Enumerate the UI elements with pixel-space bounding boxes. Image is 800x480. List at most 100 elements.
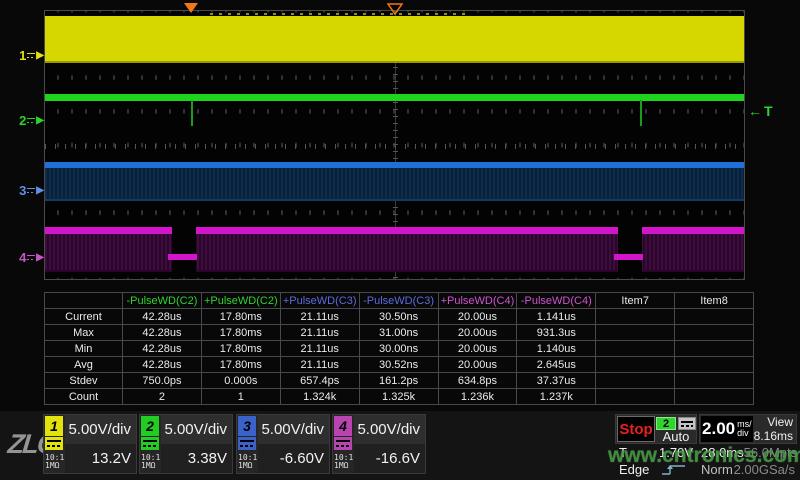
- cell: 30.00ns: [359, 341, 438, 357]
- cell: 2: [123, 389, 202, 405]
- cell: [596, 373, 675, 389]
- cell: 21.11us: [280, 325, 359, 341]
- ch2-offset-marker[interactable]: 2 ▶: [14, 112, 44, 128]
- ch2-pulse-spike: [191, 100, 193, 126]
- cell: 20.00us: [438, 341, 517, 357]
- ch2-scale[interactable]: 5.00V/div: [161, 415, 232, 444]
- cell: [675, 341, 754, 357]
- table-row-max: Max 42.28us 17.80ms 21.11us 31.00ns 20.0…: [45, 325, 754, 341]
- marker-arrow-icon: ▶: [36, 252, 44, 263]
- dc-coupling-icon: [27, 187, 35, 194]
- table-row-min: Min 42.28us 17.80ms 21.11us 30.00ns 20.0…: [45, 341, 754, 357]
- dc-coupling-icon: [27, 117, 35, 124]
- ch3-scale[interactable]: 5.00V/div: [258, 415, 329, 444]
- ch2-offset-value[interactable]: 3.38V: [161, 444, 232, 473]
- ch1-number-badge[interactable]: 1: [45, 416, 63, 436]
- ch4-number-badge[interactable]: 4: [334, 416, 352, 436]
- cell: 1.140us: [517, 341, 596, 357]
- cell: 1.324k: [280, 389, 359, 405]
- waveform-display[interactable]: [44, 10, 745, 280]
- timebase-scale: 2.00: [702, 419, 735, 439]
- cell: 931.3us: [517, 325, 596, 341]
- ch3-offset-value[interactable]: -6.60V: [258, 444, 329, 473]
- ch4-pulse-gap: [172, 225, 196, 274]
- row-label: Stdev: [45, 373, 123, 389]
- ch1-offset-value[interactable]: 13.2V: [65, 444, 136, 473]
- ch1-offset-marker[interactable]: 1 ▶: [14, 47, 44, 63]
- ch4-coupling-icon: [334, 437, 352, 450]
- cell: 21.11us: [280, 309, 359, 325]
- cell: 1.325k: [359, 389, 438, 405]
- measurement-table[interactable]: -PulseWD(C2) +PulseWD(C2) +PulseWD(C3) -…: [44, 292, 754, 405]
- cell: [675, 373, 754, 389]
- trigger-level-label: T: [764, 103, 773, 119]
- cell: [596, 341, 675, 357]
- ch1-coupling-icon: [45, 437, 63, 450]
- cell: 42.28us: [123, 325, 202, 341]
- cell: 17.80ms: [201, 309, 280, 325]
- cell: [675, 389, 754, 405]
- cell: 17.80ms: [201, 325, 280, 341]
- trigger-position-marker-icon[interactable]: [387, 2, 403, 20]
- cell: 17.80ms: [201, 341, 280, 357]
- cell: 42.28us: [123, 309, 202, 325]
- ch3-number-badge[interactable]: 3: [238, 416, 256, 436]
- ch2-pulse-spike: [640, 100, 642, 126]
- cell: 657.4ps: [280, 373, 359, 389]
- cell: 42.28us: [123, 357, 202, 373]
- ch1-noise-speckle: [210, 13, 470, 15]
- cell: 20.00us: [438, 325, 517, 341]
- col-header-pos-pulsewd-c3: +PulseWD(C3): [280, 293, 359, 309]
- marker-arrow-icon: ▶: [36, 115, 44, 126]
- ch3-offset-marker[interactable]: 3 ▶: [14, 182, 44, 198]
- ch4-low-segment: [168, 254, 197, 260]
- cell: 30.52ns: [359, 357, 438, 373]
- col-header-pos-pulsewd-c2: +PulseWD(C2): [201, 293, 280, 309]
- ch1-scale[interactable]: 5.00V/div: [65, 415, 136, 444]
- ch2-impedance: 1MΩ: [141, 461, 155, 470]
- table-row-current: Current 42.28us 17.80ms 21.11us 30.50ns …: [45, 309, 754, 325]
- ch4-pulse-gap: [618, 225, 642, 274]
- ch4-offset-value[interactable]: -16.6V: [354, 444, 425, 473]
- cell: 37.37us: [517, 373, 596, 389]
- table-row-stdev: Stdev 750.0ps 0.000s 657.4ps 161.2ps 634…: [45, 373, 754, 389]
- trigger-mode[interactable]: Auto: [663, 430, 690, 444]
- ch1-status-box[interactable]: 1 10:11MΩ 5.00V/div 13.2V: [43, 414, 137, 474]
- ch2-number-badge[interactable]: 2: [141, 416, 159, 436]
- ch2-status-box[interactable]: 2 10:11MΩ 5.00V/div 3.38V: [139, 414, 233, 474]
- col-header-neg-pulsewd-c4: -PulseWD(C4): [517, 293, 596, 309]
- ch3-status-box[interactable]: 3 10:11MΩ 5.00V/div -6.60V: [236, 414, 330, 474]
- cell: 634.8ps: [438, 373, 517, 389]
- timebase-unit-bottom: div: [737, 428, 749, 438]
- col-header-neg-pulsewd-c2: -PulseWD(C2): [123, 293, 202, 309]
- cell: 1: [201, 389, 280, 405]
- ch3-trace-fill: [45, 168, 744, 201]
- ch4-offset-marker[interactable]: 4 ▶: [14, 249, 44, 265]
- row-label: Count: [45, 389, 123, 405]
- table-row-count: Count 2 1 1.324k 1.325k 1.236k 1.237k: [45, 389, 754, 405]
- cell: 31.00ns: [359, 325, 438, 341]
- cell: [675, 309, 754, 325]
- timebase-scale-box[interactable]: 2.00 ms/div: [701, 416, 753, 442]
- cell: [596, 309, 675, 325]
- ch1-trace[interactable]: [45, 16, 744, 63]
- trigger-arrow-icon: ←: [748, 103, 762, 119]
- ch4-status-box[interactable]: 4 10:11MΩ 5.00V/div -16.6V: [332, 414, 426, 474]
- col-header-item8: Item8: [675, 293, 754, 309]
- trigger-delay-marker-icon[interactable]: [184, 3, 198, 13]
- measurement-header-row: -PulseWD(C2) +PulseWD(C2) +PulseWD(C3) -…: [45, 293, 754, 309]
- cell: 20.00us: [438, 357, 517, 373]
- cell: 30.50ns: [359, 309, 438, 325]
- watermark-text: www.cntronics.com: [608, 444, 800, 468]
- oscilloscope-screen: 1 ▶ 2 ▶ 3 ▶ 4 ▶ ← T -PulseWD(C2) +PulseW…: [0, 0, 800, 480]
- marker-arrow-icon: ▶: [36, 185, 44, 196]
- trigger-level-marker[interactable]: ← T: [748, 103, 773, 119]
- dc-coupling-icon: [27, 52, 35, 59]
- ch4-low-segment: [614, 254, 643, 260]
- cell: 1.236k: [438, 389, 517, 405]
- view-value: 8.16ms: [754, 429, 793, 443]
- run-state-button[interactable]: Stop: [617, 416, 655, 442]
- ch1-impedance: 1MΩ: [45, 461, 59, 470]
- row-label: Avg: [45, 357, 123, 373]
- ch4-scale[interactable]: 5.00V/div: [354, 415, 425, 444]
